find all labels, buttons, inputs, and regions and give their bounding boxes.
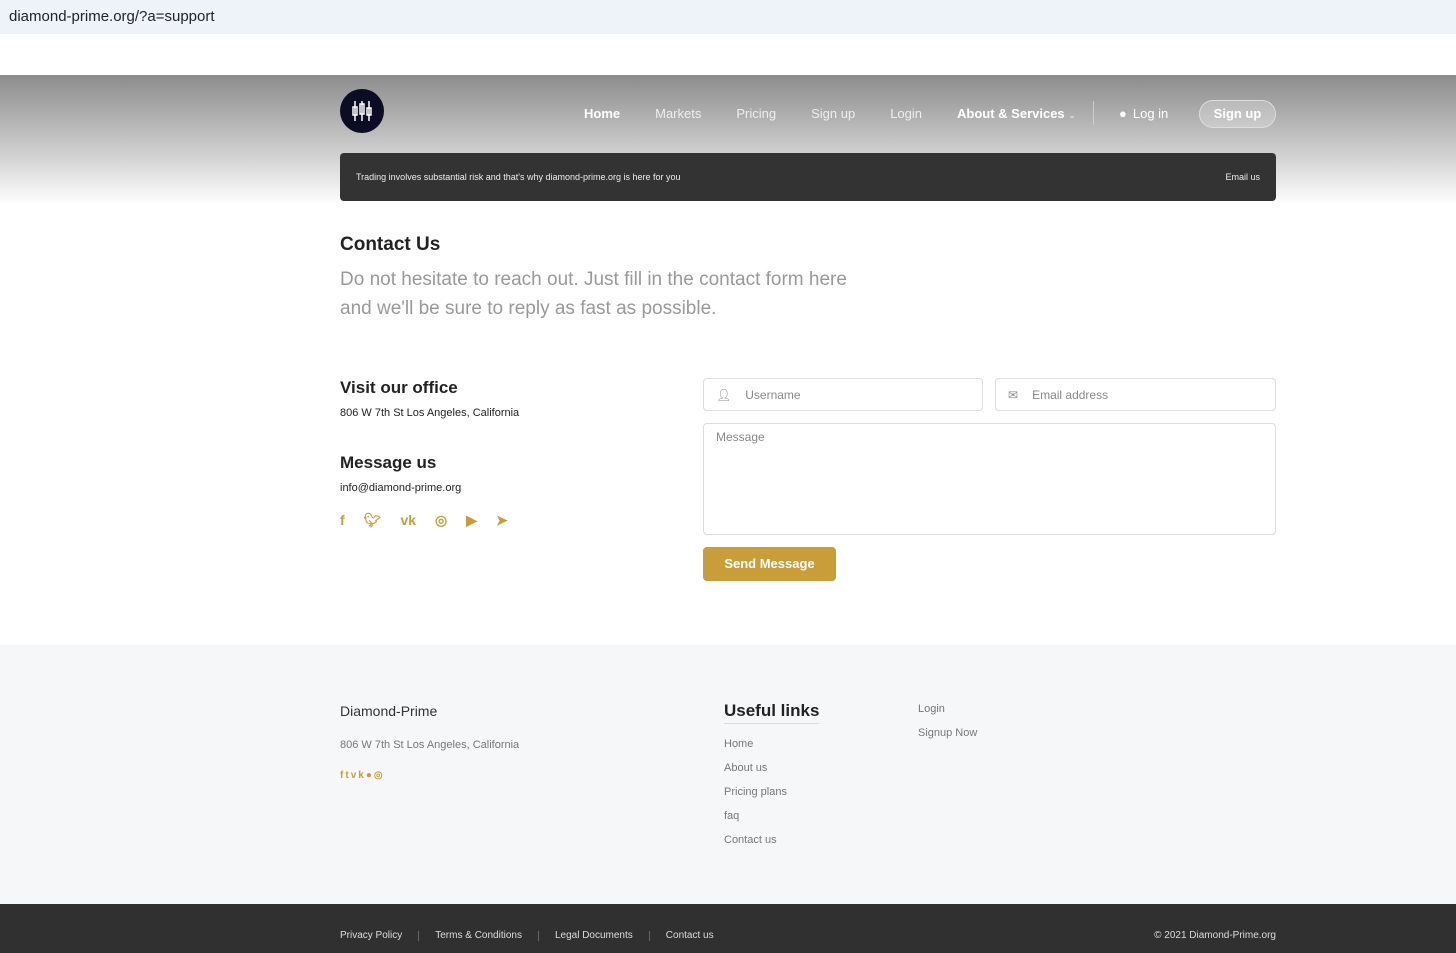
contact-email[interactable]: info@diamond-prime.org <box>340 482 461 494</box>
message-placeholder: Message <box>716 430 765 444</box>
footer-link-contact[interactable]: Contact us <box>724 834 777 846</box>
footer-brand: Diamond-Prime <box>340 703 438 719</box>
email-placeholder: Email address <box>1032 387 1109 402</box>
nav-divider <box>1093 101 1094 125</box>
footer-link-about[interactable]: About us <box>724 762 767 774</box>
lead-text: Do not hesitate to reach out. Just fill … <box>340 269 847 319</box>
nav-pricing[interactable]: Pricing <box>736 106 776 121</box>
copyright: © 2021 Diamond-Prime.org <box>1154 930 1276 941</box>
login-link[interactable]: ● Log in <box>1119 106 1168 121</box>
address-bar[interactable]: diamond-prime.org/?a=support <box>0 0 1456 34</box>
nav-home[interactable]: Home <box>584 106 620 121</box>
username-input[interactable]: 👤︎ Username <box>703 378 983 411</box>
risk-banner: Trading involves substantial risk and th… <box>340 153 1276 201</box>
footer-link-signup[interactable]: Signup Now <box>918 727 977 739</box>
legal-link[interactable]: Legal Documents <box>555 930 633 941</box>
user-circle-icon: ● <box>1119 106 1127 121</box>
message-textarea[interactable]: Message <box>703 423 1276 535</box>
user-icon: 👤︎ <box>716 387 732 402</box>
banner-text: Trading involves substantial risk and th… <box>356 172 681 182</box>
instagram-icon[interactable]: ◎ <box>435 512 447 529</box>
instagram-icon[interactable]: ◎ <box>374 770 385 781</box>
contact-link[interactable]: Contact us <box>666 930 714 941</box>
message-title: Message us <box>340 453 437 472</box>
youtube-icon[interactable]: ▶ <box>466 512 477 529</box>
telegram-icon[interactable]: ➤ <box>496 512 508 529</box>
nav-login[interactable]: Login <box>890 106 922 121</box>
nav-about-label: About & Services <box>957 106 1065 121</box>
social-links: f 🐦︎ vk ◎ ▶ ➤ <box>340 512 508 529</box>
footer-link-home[interactable]: Home <box>724 738 753 750</box>
useful-links-title: Useful links <box>724 701 820 724</box>
footer-address: 806 W 7th St Los Angeles, California <box>340 739 520 751</box>
telegram-icon[interactable]: ● <box>366 770 374 781</box>
footer-link-login[interactable]: Login <box>918 703 945 715</box>
footer-link-pricing[interactable]: Pricing plans <box>724 786 787 798</box>
envelope-icon: ✉ <box>1008 387 1019 402</box>
site-logo[interactable] <box>340 89 384 133</box>
facebook-icon[interactable]: f <box>340 512 345 529</box>
twitter-icon[interactable]: 🐦︎ <box>364 512 382 529</box>
privacy-link[interactable]: Privacy Policy <box>340 930 402 941</box>
signup-button[interactable]: Sign up <box>1199 100 1276 128</box>
footer: Diamond-Prime 806 W 7th St Los Angeles, … <box>0 645 1456 904</box>
vk-icon[interactable]: vk <box>400 512 416 529</box>
candlestick-icon <box>352 101 372 121</box>
nav-signup[interactable]: Sign up <box>811 106 855 121</box>
footer-link-faq[interactable]: faq <box>724 810 739 822</box>
email-input[interactable]: ✉ Email address <box>995 378 1276 411</box>
bottom-bar: Privacy Policy Terms & Conditions Legal … <box>0 904 1456 953</box>
office-title: Visit our office <box>340 378 458 397</box>
username-placeholder: Username <box>745 387 801 402</box>
page-title: Contact Us <box>340 234 441 255</box>
vk-icon[interactable]: vk <box>351 770 366 781</box>
terms-link[interactable]: Terms & Conditions <box>435 930 522 941</box>
send-message-button[interactable]: Send Message <box>703 547 836 581</box>
office-address: 806 W 7th St Los Angeles, California <box>340 407 520 419</box>
login-label: Log in <box>1132 106 1169 121</box>
chevron-down-icon: ⌄ <box>1068 110 1076 120</box>
footer-social: ftvk●◎ <box>340 770 385 781</box>
main-nav: Home Markets Pricing Sign up Login About… <box>584 106 1076 121</box>
nav-markets[interactable]: Markets <box>655 106 701 121</box>
email-us-link[interactable]: Email us <box>1225 172 1260 182</box>
nav-about[interactable]: About & Services ⌄ <box>957 106 1076 121</box>
